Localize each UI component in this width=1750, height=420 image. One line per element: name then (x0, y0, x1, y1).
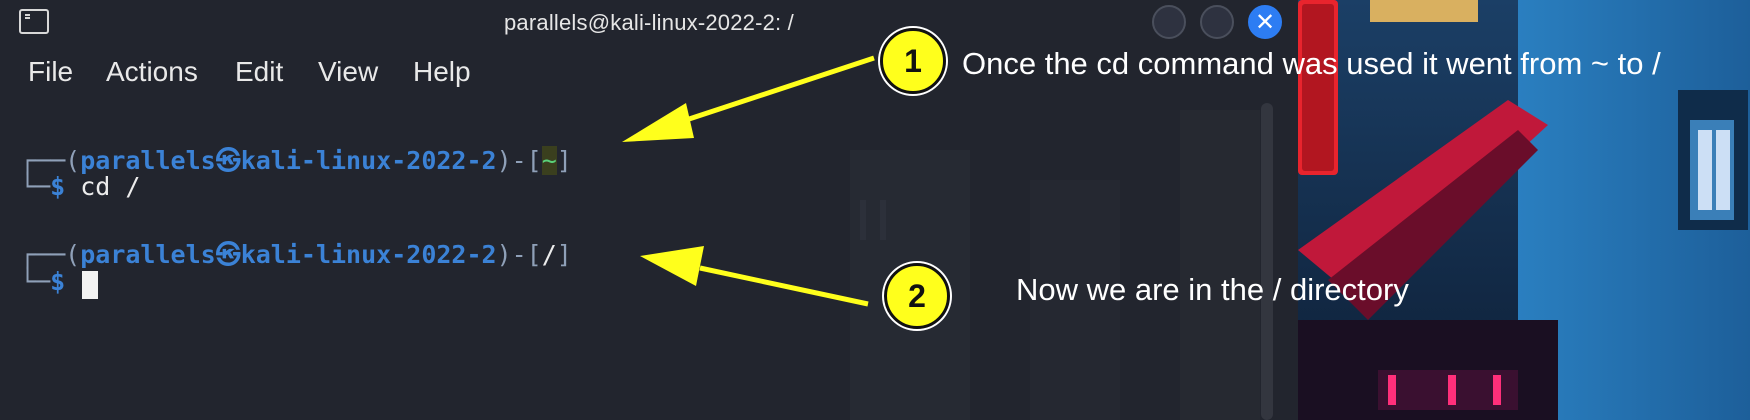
callout-badge-2: 2 (884, 263, 950, 329)
minimize-button[interactable] (1152, 5, 1186, 39)
menu-view[interactable]: View (318, 56, 378, 88)
callout-text-1: Once the cd command was used it went fro… (962, 46, 1661, 81)
command-text: cd / (80, 172, 141, 201)
prompt-user: parallels (80, 240, 216, 269)
prompt-dir-open: )-[ (496, 240, 542, 269)
prompt-user: parallels (80, 146, 216, 175)
title-bar[interactable]: parallels@kali-linux-2022-2: / ✕ (0, 0, 1298, 44)
prompt-at-symbol: ㉿ (215, 146, 241, 175)
prompt-host: kali-linux-2022-2 (240, 240, 497, 269)
prompt-box-top: ┌──( (20, 146, 81, 175)
prompt-at-symbol: ㉿ (215, 240, 241, 269)
maximize-button[interactable] (1200, 5, 1234, 39)
prompt-box-top: ┌──( (20, 240, 81, 269)
screenshot: parallels@kali-linux-2022-2: / ✕ File Ac… (0, 0, 1750, 420)
prompt-line-2: ┌──(parallels㉿kali-linux-2022-2)-[/] (20, 235, 572, 271)
callout-text-2: Now we are in the / directory (1016, 272, 1409, 307)
callout-badge-1: 1 (880, 28, 946, 94)
window-title: parallels@kali-linux-2022-2: / (503, 10, 794, 35)
text-cursor (82, 271, 98, 299)
prompt-host: kali-linux-2022-2 (240, 146, 497, 175)
prompt-symbol: $ (50, 267, 66, 296)
prompt-symbol: $ (50, 172, 66, 201)
command-line-2[interactable]: └─$ (20, 267, 65, 296)
prompt-box-bottom: └─ (20, 267, 51, 296)
prompt-dir-close: ] (556, 146, 572, 175)
menu-help[interactable]: Help (413, 56, 471, 88)
menu-file[interactable]: File (28, 56, 73, 88)
command-line-1: └─$ cd / (20, 172, 140, 201)
menu-actions[interactable]: Actions (106, 56, 198, 88)
scrollbar[interactable] (1261, 103, 1273, 420)
menu-edit[interactable]: Edit (235, 56, 283, 88)
prompt-dir-open: )-[ (496, 146, 542, 175)
prompt-directory: ~ (541, 146, 557, 175)
prompt-directory: / (541, 240, 557, 269)
close-button[interactable]: ✕ (1248, 5, 1282, 39)
prompt-dir-close: ] (556, 240, 572, 269)
prompt-box-bottom: └─ (20, 172, 51, 201)
